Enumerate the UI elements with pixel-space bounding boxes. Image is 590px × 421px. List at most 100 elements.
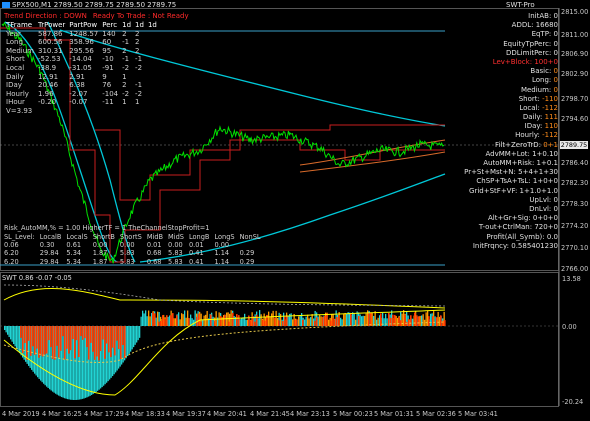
histogram-bar [131, 326, 133, 350]
panel-label: Short: [518, 94, 540, 103]
histogram-bar [32, 326, 34, 347]
histogram-bar [404, 314, 406, 326]
histogram-bar [414, 312, 416, 326]
panel-label: Long: [531, 76, 552, 85]
histogram-bar [299, 315, 301, 326]
risk-cell: 29.84 [39, 257, 59, 266]
risk-header: LongB [188, 232, 210, 241]
stats-cell [148, 55, 161, 64]
stats-cell: 1248.57 [69, 29, 99, 38]
histogram-bar [296, 319, 298, 326]
panel-value: 1+0.1 [536, 159, 558, 167]
histogram-bar [383, 318, 385, 326]
risk-cell: 5.83 [119, 257, 135, 266]
histogram-bar [137, 326, 139, 341]
risk-header: LocalB [39, 232, 62, 241]
panel-row: UpLvl: 0 [444, 196, 558, 205]
panel-label: ChSP+TsA+TsL: [476, 177, 531, 186]
risk-cell: 5.34 [66, 257, 82, 266]
panel-label: T-out+CtrlMan: [478, 223, 533, 232]
histogram-bar [50, 326, 52, 348]
stats-row: V=3.93 [6, 107, 161, 116]
histogram-bar [376, 319, 378, 326]
histogram-bar [245, 319, 247, 326]
histogram-bar [412, 318, 414, 326]
histogram-bar [259, 310, 261, 326]
panel-row: Short: -110 [444, 95, 558, 104]
histogram-bar [311, 314, 313, 326]
panel-value: 0.585401230 [511, 241, 558, 250]
histogram-bar [371, 312, 373, 326]
time-axis-label: 4 Mar 2019 [2, 410, 40, 418]
risk-cell: 0.06 [4, 241, 19, 249]
histogram-bar [338, 315, 340, 326]
panel-value: 100+0 [534, 57, 558, 66]
panel-row: Lev+Block: 100+0 [444, 58, 558, 67]
histogram-bar [244, 313, 246, 326]
histogram-bar [24, 326, 26, 344]
histogram-bar [4, 326, 6, 330]
stats-cell [148, 64, 161, 73]
histogram-bar [390, 317, 392, 326]
risk-cell: 5.83 [119, 249, 135, 258]
stats-cell: 9 [102, 72, 107, 81]
risk-header: ShortS [119, 232, 142, 241]
risk-cell: 1.14 [214, 249, 230, 258]
histogram-bar [205, 314, 207, 326]
stats-table: TFrame TrPower PartPow Perc 1d 1d 1d Yea… [6, 21, 161, 116]
panel-label: Lev+Block: [492, 57, 533, 66]
time-axis-label: 4 Mar 20:41 [207, 410, 247, 418]
stats-cell [148, 73, 161, 82]
histogram-bar [368, 313, 370, 326]
panel-value: 1+0.10 [532, 149, 558, 158]
histogram-bar [307, 314, 309, 326]
risk-row: 6.20 29.84 5.34 1.87 5.83 0.68 5.83 0.41 1.14 0.2… [4, 258, 266, 266]
stats-cell [102, 107, 122, 116]
histogram-bar [88, 326, 90, 360]
panel-row: Grid+StF+VF: 1+1.0+1.0 [444, 187, 558, 196]
histogram-bar [184, 310, 186, 326]
histogram-bar [350, 313, 352, 326]
stats-cell: 2 [135, 38, 140, 47]
stats-cell [148, 38, 161, 47]
panel-row: DDLimitPerc: 0 [444, 49, 558, 58]
panel-value: 1+1.0+1.0 [519, 186, 558, 195]
histogram-bar [330, 320, 332, 326]
risk-cell: 1.87 [92, 249, 108, 258]
stats-cell: Long [6, 38, 23, 47]
stats-cell: -2.07 [69, 89, 88, 98]
histogram-bar [122, 326, 124, 346]
stats-cell: 2 [135, 46, 140, 55]
stats-cell: -1 [135, 81, 143, 90]
histogram-bar [406, 321, 408, 326]
histogram-bar [162, 315, 164, 326]
time-axis-label: 4 Mar 17:29 [84, 410, 124, 418]
time-axis-label: 4 Mar 18:33 [125, 410, 165, 418]
histogram-bar [178, 312, 180, 326]
stats-cell: 20.46 [38, 81, 59, 90]
histogram-bar [314, 320, 316, 326]
histogram-bar [72, 326, 74, 340]
histogram-bar [290, 313, 292, 326]
histogram-bar [134, 326, 136, 345]
histogram-bar [424, 319, 426, 326]
risk-row: 6.20 29.84 5.34 1.87 5.83 0.68 5.83 0.41 1.14 0.2… [4, 249, 266, 257]
stats-cell: -38.9 [38, 63, 57, 72]
panel-row: AdvMM+Lot: 1+0.10 [444, 149, 559, 159]
histogram-bar [430, 313, 432, 326]
risk-cell: 0.00 [92, 241, 108, 249]
histogram-bar [124, 326, 126, 359]
risk-cell: 5.83 [168, 257, 183, 266]
histogram-bar [106, 326, 108, 344]
stats-cell: 310.31 [38, 46, 63, 55]
histogram-bar [233, 315, 235, 326]
histogram-bar [362, 315, 364, 326]
sub-axis-top: 13.58 [562, 275, 581, 283]
histogram-bar [5, 326, 7, 333]
histogram-bar [26, 326, 28, 360]
risk-cell: 1.87 [92, 257, 108, 266]
histogram-bar [190, 314, 192, 326]
chart-window[interactable]: SPX500,M1 2789.50 2789.75 2789.50 2789.7… [0, 0, 590, 421]
histogram-bar [58, 326, 60, 358]
stats-cell: -1 [122, 38, 130, 47]
